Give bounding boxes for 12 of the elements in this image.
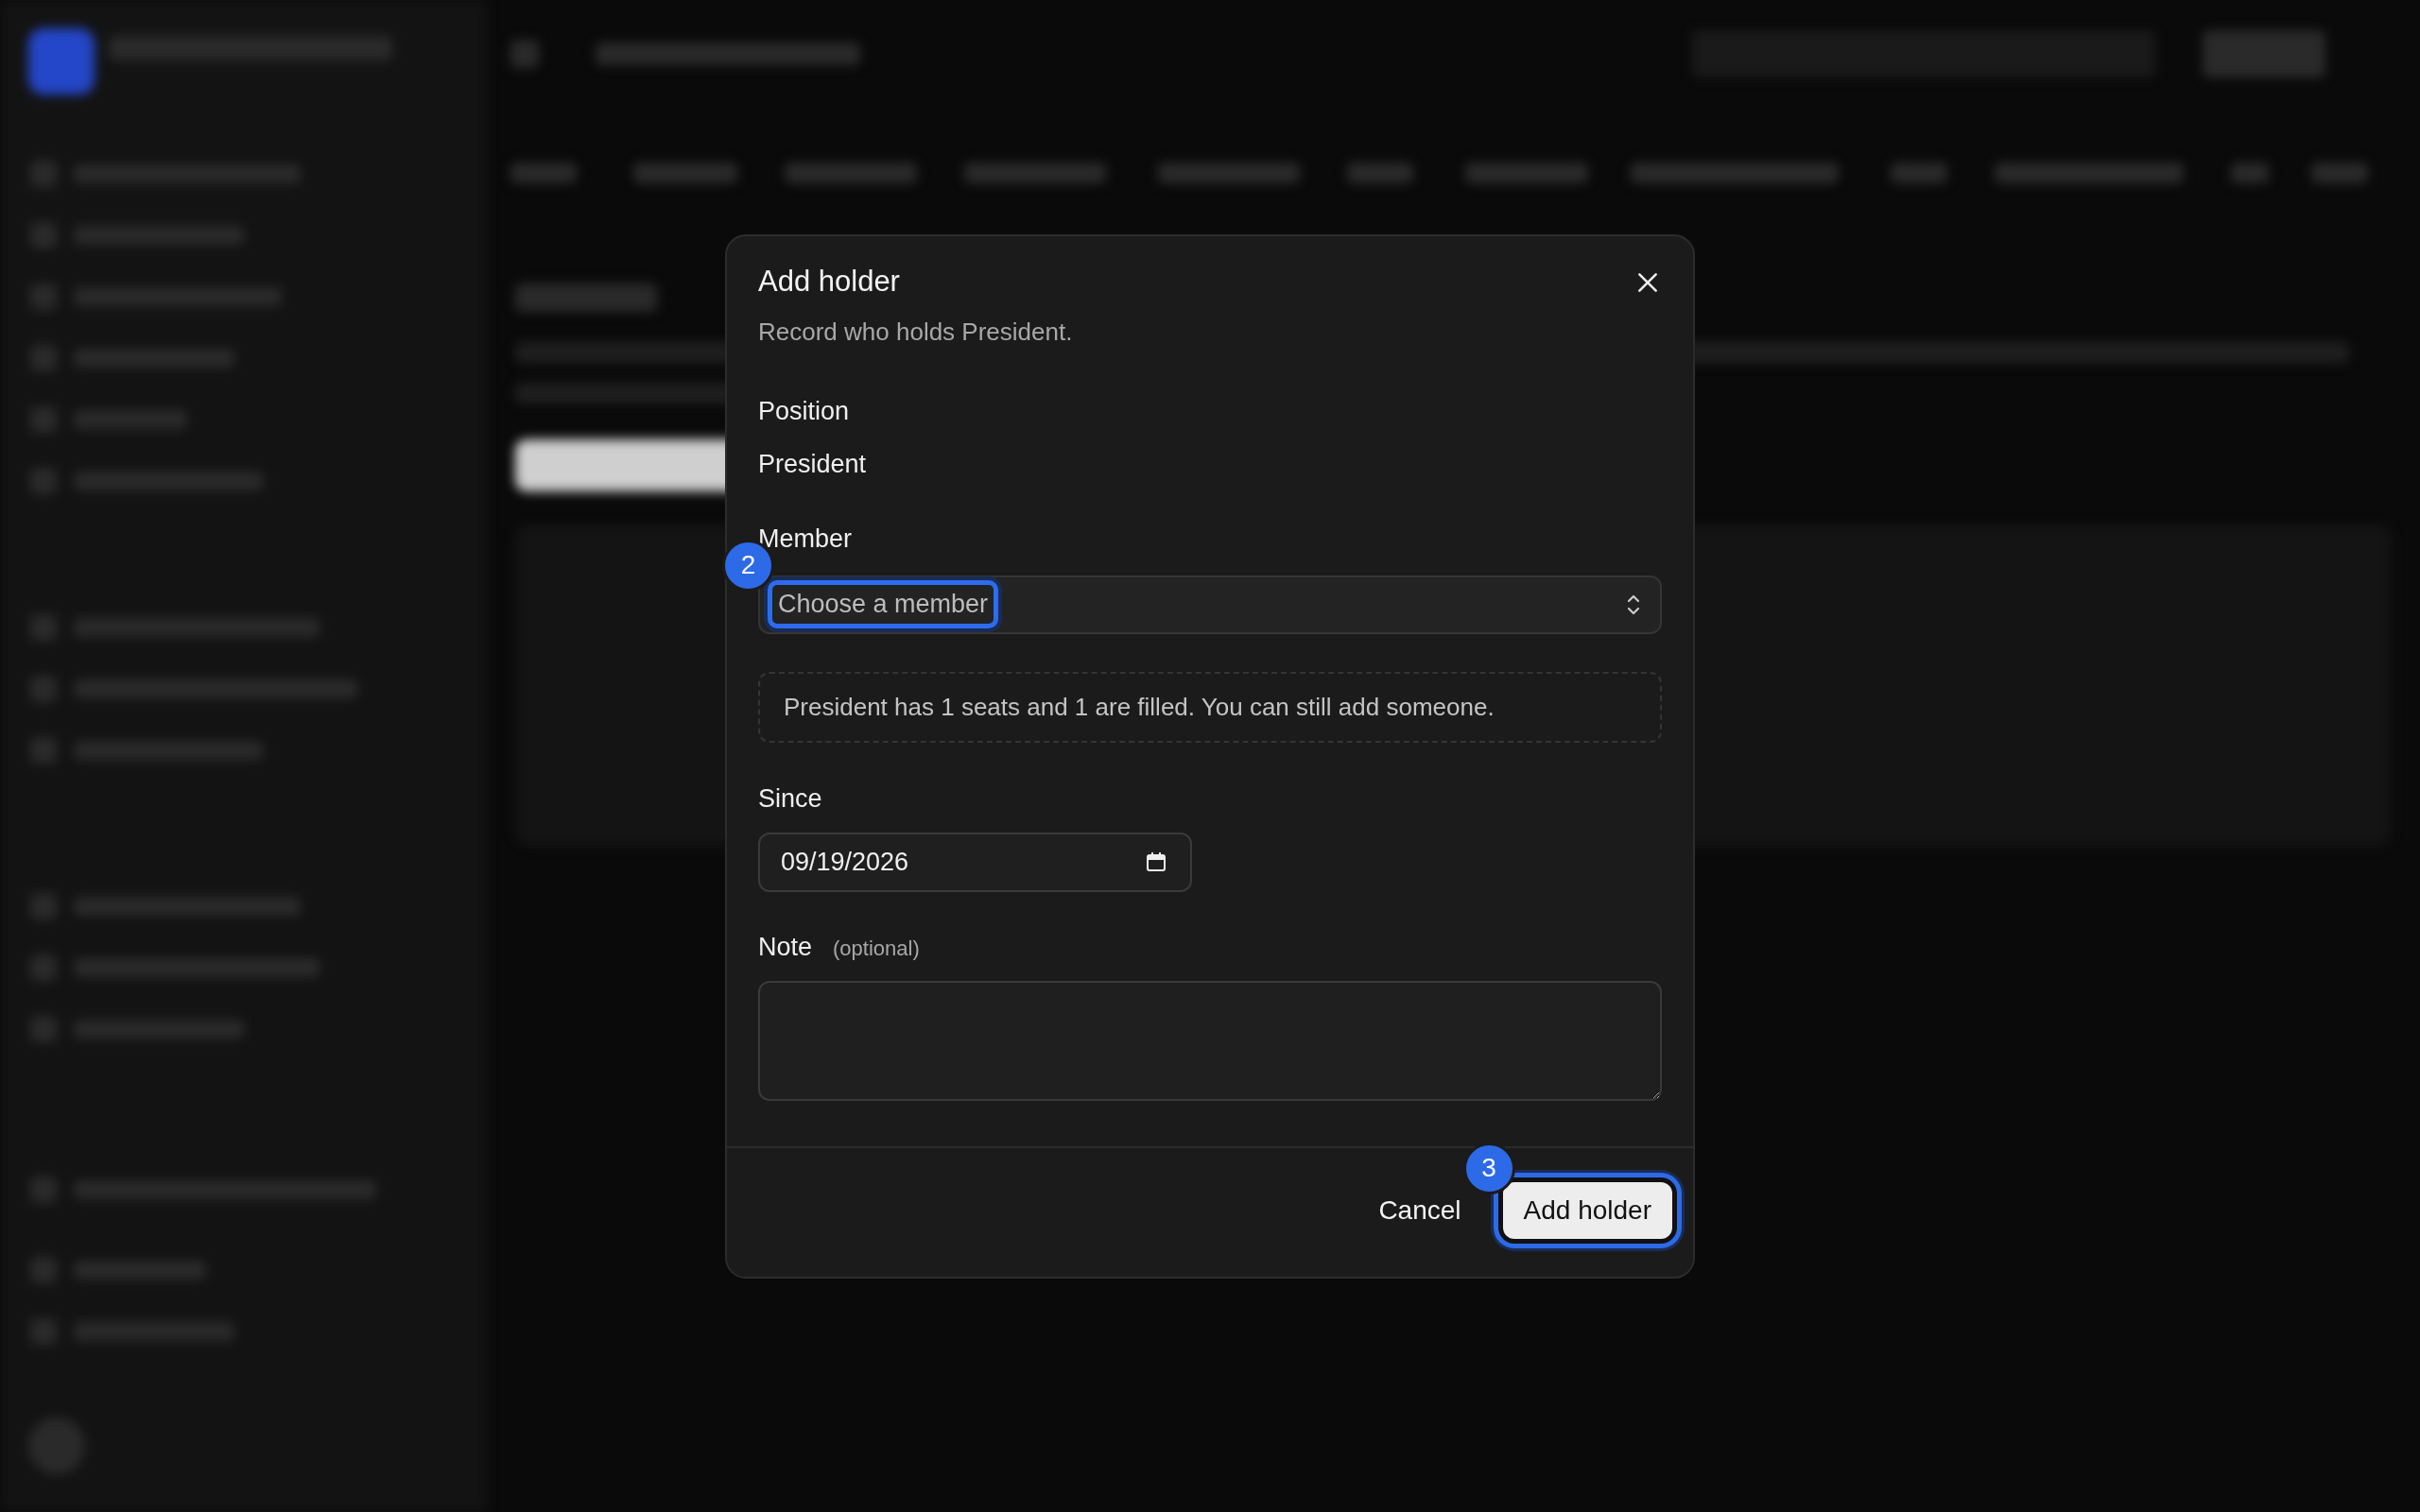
optional-hint: (optional) <box>833 936 920 961</box>
calendar-icon[interactable] <box>1145 850 1167 873</box>
position-value: President <box>758 449 868 479</box>
dialog-subtitle: Record who holds President. <box>758 317 1074 347</box>
seats-notice: President has 1 seats and 1 are filled. You can still add someone. <box>758 671 1662 743</box>
note-input[interactable] <box>758 980 1662 1101</box>
field-label: Note <box>758 932 813 962</box>
dialog-title: Add holder <box>758 264 900 299</box>
field-label: Position <box>758 396 851 426</box>
date-field[interactable]: 09/19/2026 <box>758 832 1192 892</box>
field-label: Since <box>758 783 823 814</box>
member-select[interactable]: Choose a member <box>758 575 1662 634</box>
